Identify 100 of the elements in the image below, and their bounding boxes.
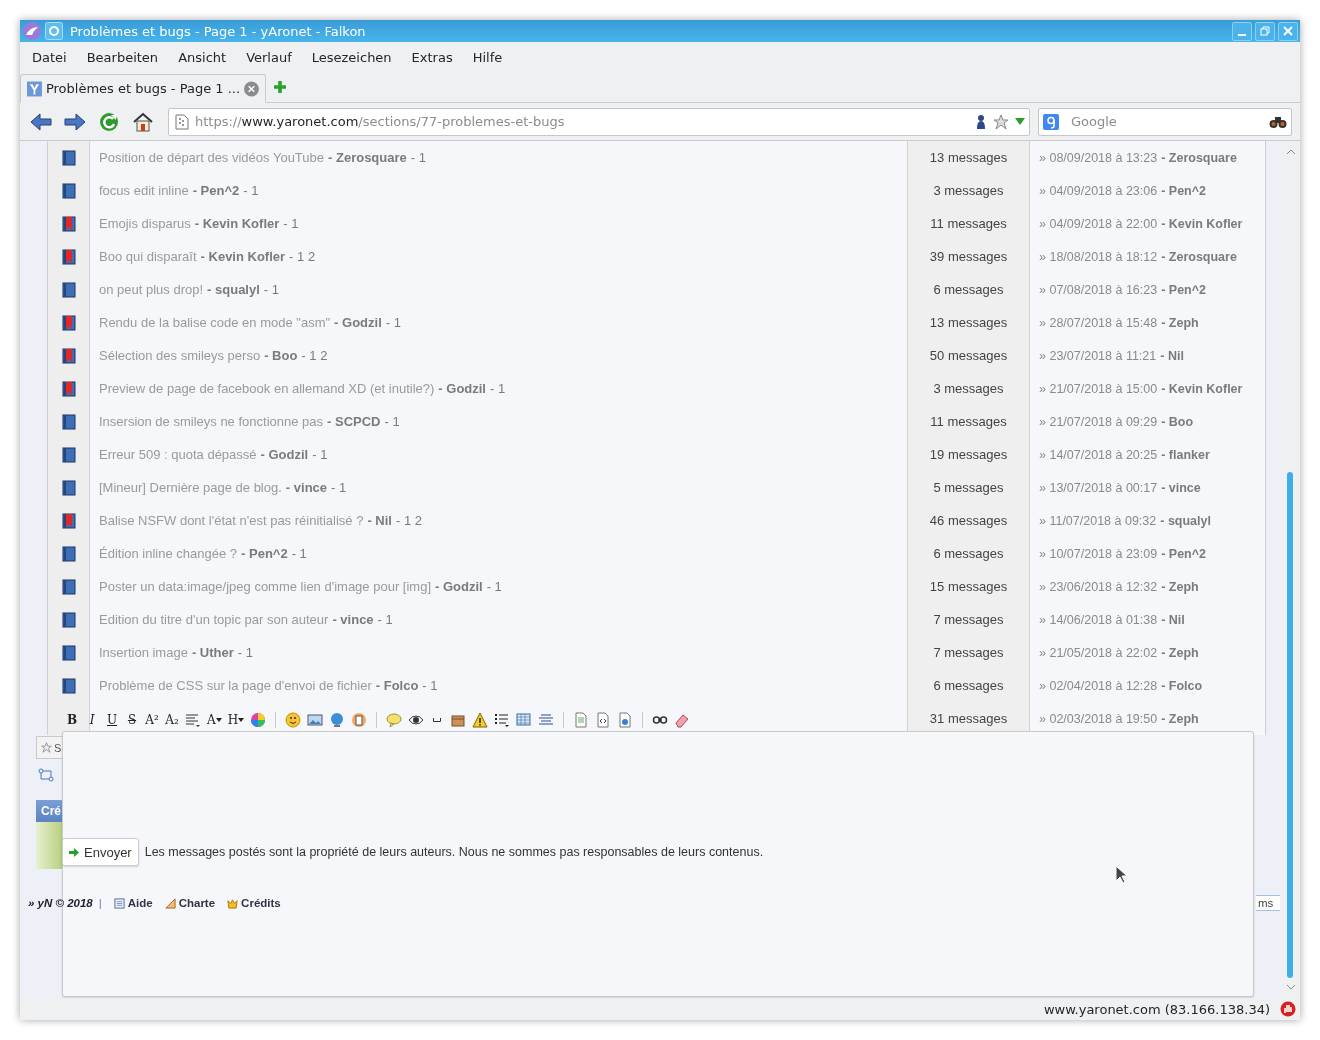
close-tab-icon[interactable] — [244, 80, 259, 97]
topic-link[interactable]: Édition inline changée ? — [99, 546, 238, 561]
binoculars-icon[interactable] — [1269, 114, 1287, 129]
page-links[interactable]: - 1 — [385, 315, 401, 330]
minimize-button[interactable] — [1232, 21, 1252, 41]
format-button[interactable]: S — [124, 711, 140, 729]
last-post-author[interactable]: - Kevin Kofler — [1161, 381, 1243, 396]
last-post-author[interactable]: - Pen^2 — [1161, 546, 1206, 561]
author-name[interactable]: - Kevin Kofler — [194, 216, 280, 231]
format-button[interactable]: A² — [144, 711, 160, 729]
scroll-up-icon[interactable] — [1286, 149, 1296, 155]
topic-link[interactable]: Emojis disparus — [99, 216, 191, 231]
topic-link[interactable]: Boo qui disparaît — [99, 249, 197, 264]
page-links[interactable]: - 1 — [377, 612, 393, 627]
page-links[interactable]: - 1 2 — [395, 513, 422, 528]
stop-hand-icon[interactable] — [1280, 1001, 1296, 1017]
topic-link[interactable]: Insertion image — [99, 645, 188, 660]
last-post-author[interactable]: - Boo — [1161, 414, 1194, 429]
topic-link[interactable]: Edition du titre d'un topic par son auteur — [99, 612, 329, 627]
last-post-date[interactable]: » 11/07/2018 à 09:32 — [1039, 513, 1157, 528]
page-links[interactable]: - 1 2 — [289, 249, 316, 264]
menu-item[interactable]: Verlauf — [236, 49, 302, 65]
topic-link[interactable]: [Mineur] Dernière page de blog. — [99, 480, 282, 495]
window-menu-icon[interactable] — [45, 22, 63, 40]
restore-button[interactable] — [1255, 21, 1275, 41]
dropdown-button[interactable]: H — [226, 711, 246, 729]
last-post-date[interactable]: » 28/07/2018 à 15:48 — [1039, 315, 1158, 330]
author-name[interactable]: - Pen^2 — [192, 183, 240, 198]
page-links[interactable]: - 1 — [331, 480, 347, 495]
page-links[interactable]: - 1 2 — [301, 348, 328, 363]
last-post-author[interactable]: - Zeph — [1161, 579, 1199, 594]
last-post-author[interactable]: - Kevin Kofler — [1161, 216, 1243, 231]
star-icon[interactable] — [993, 113, 1009, 130]
last-post-date[interactable]: » 14/07/2018 à 20:25 — [1039, 447, 1158, 462]
last-post-date[interactable]: » 08/09/2018 à 13:23 — [1039, 150, 1158, 165]
page-links[interactable]: - 1 — [410, 150, 426, 165]
last-post-author[interactable]: - Folco — [1161, 678, 1203, 693]
last-post-date[interactable]: » 04/09/2018 à 23:06 — [1039, 183, 1158, 198]
author-name[interactable]: - Zerosquare — [328, 150, 407, 165]
author-name[interactable]: - Boo — [264, 348, 298, 363]
page-links[interactable]: - 1 — [490, 381, 506, 396]
format-button[interactable]: I — [84, 711, 100, 729]
last-post-date[interactable]: » 07/08/2018 à 16:23 — [1039, 282, 1158, 297]
search-field[interactable]: Google — [1038, 107, 1292, 136]
topic-link[interactable]: Rendu de la balise code en mode "asm" — [99, 315, 331, 330]
author-name[interactable]: - Pen^2 — [241, 546, 288, 561]
topic-link[interactable]: Insersion de smileys ne fonctionne pas — [99, 414, 323, 429]
author-name[interactable]: - Godzil — [438, 381, 486, 396]
topic-link[interactable]: Poster un data:image/jpeg comme lien d'image pour [img] — [99, 579, 431, 594]
menu-item[interactable]: Hilfe — [462, 49, 513, 65]
last-post-author[interactable]: - Nil — [1161, 612, 1185, 627]
author-name[interactable]: - Godzil — [334, 315, 382, 330]
last-post-date[interactable]: » 23/06/2018 à 12:32 — [1039, 579, 1158, 594]
topic-link[interactable]: Position de départ des vidéos YouTube — [99, 150, 325, 165]
toolbar-button[interactable] — [493, 711, 512, 729]
last-post-author[interactable]: - Zerosquare — [1161, 150, 1237, 165]
dropdown-triangle-icon[interactable] — [1015, 117, 1025, 126]
page-links[interactable]: - 1 — [263, 282, 279, 297]
close-button[interactable] — [1278, 21, 1298, 41]
author-name[interactable]: - Kevin Kofler — [200, 249, 286, 264]
last-post-author[interactable]: - flanker — [1161, 447, 1210, 462]
last-post-date[interactable]: » 02/04/2018 à 12:28 — [1039, 678, 1158, 693]
scroll-down-icon[interactable] — [1286, 984, 1296, 990]
menu-item[interactable]: Lesezeichen — [301, 49, 402, 65]
last-post-author[interactable]: - Zeph — [1161, 711, 1199, 726]
author-name[interactable]: - Nil — [367, 513, 392, 528]
last-post-author[interactable]: - Zeph — [1161, 645, 1199, 660]
person-icon[interactable] — [975, 113, 987, 130]
last-post-date[interactable]: » 02/03/2018 à 19:50 — [1039, 711, 1158, 726]
new-tab-icon[interactable] — [272, 79, 288, 95]
menu-item[interactable]: Extras — [401, 49, 463, 65]
page-links[interactable]: - 1 — [283, 216, 299, 231]
topic-link[interactable]: Problème de CSS sur la page d'envoi de fichier — [99, 678, 372, 693]
scrollbar[interactable] — [1282, 141, 1300, 998]
author-name[interactable]: - SCPCD — [327, 414, 381, 429]
last-post-author[interactable]: - Zerosquare — [1161, 249, 1237, 264]
format-button[interactable]: U — [104, 711, 120, 729]
page-links[interactable]: - 1 — [291, 546, 307, 561]
toolbar-button[interactable] — [284, 711, 303, 729]
page-links[interactable]: - 1 — [422, 678, 438, 693]
topic-link[interactable]: Balise NSFW dont l'état n'est pas réinitialisé ? — [99, 513, 364, 528]
author-name[interactable]: - Uther — [191, 645, 234, 660]
last-post-date[interactable]: » 10/07/2018 à 23:09 — [1039, 546, 1158, 561]
search-input[interactable]: Google — [1069, 113, 1259, 130]
toolbar-button[interactable] — [471, 711, 490, 729]
topic-link[interactable]: Preview de page de facebook en allemand XD (et inutile?) — [99, 381, 435, 396]
format-button[interactable]: A₂ — [164, 711, 180, 729]
last-post-date[interactable]: » 18/08/2018 à 18:12 — [1039, 249, 1158, 264]
footer-link[interactable]: Aide — [113, 897, 153, 909]
menu-item[interactable]: Bearbeiten — [76, 49, 169, 65]
author-name[interactable]: - vince — [332, 612, 374, 627]
send-button[interactable]: Envoyer — [62, 838, 139, 866]
last-post-author[interactable]: - Zeph — [1161, 315, 1199, 330]
page-links[interactable]: - 1 — [486, 579, 502, 594]
last-post-author[interactable]: - Nil — [1160, 348, 1184, 363]
author-name[interactable]: - squalyl — [207, 282, 260, 297]
menu-item[interactable]: Datei — [22, 49, 77, 65]
topic-link[interactable]: focus edit inline — [99, 183, 189, 198]
last-post-author[interactable]: - squalyl — [1160, 513, 1211, 528]
author-name[interactable]: - vince — [285, 480, 328, 495]
